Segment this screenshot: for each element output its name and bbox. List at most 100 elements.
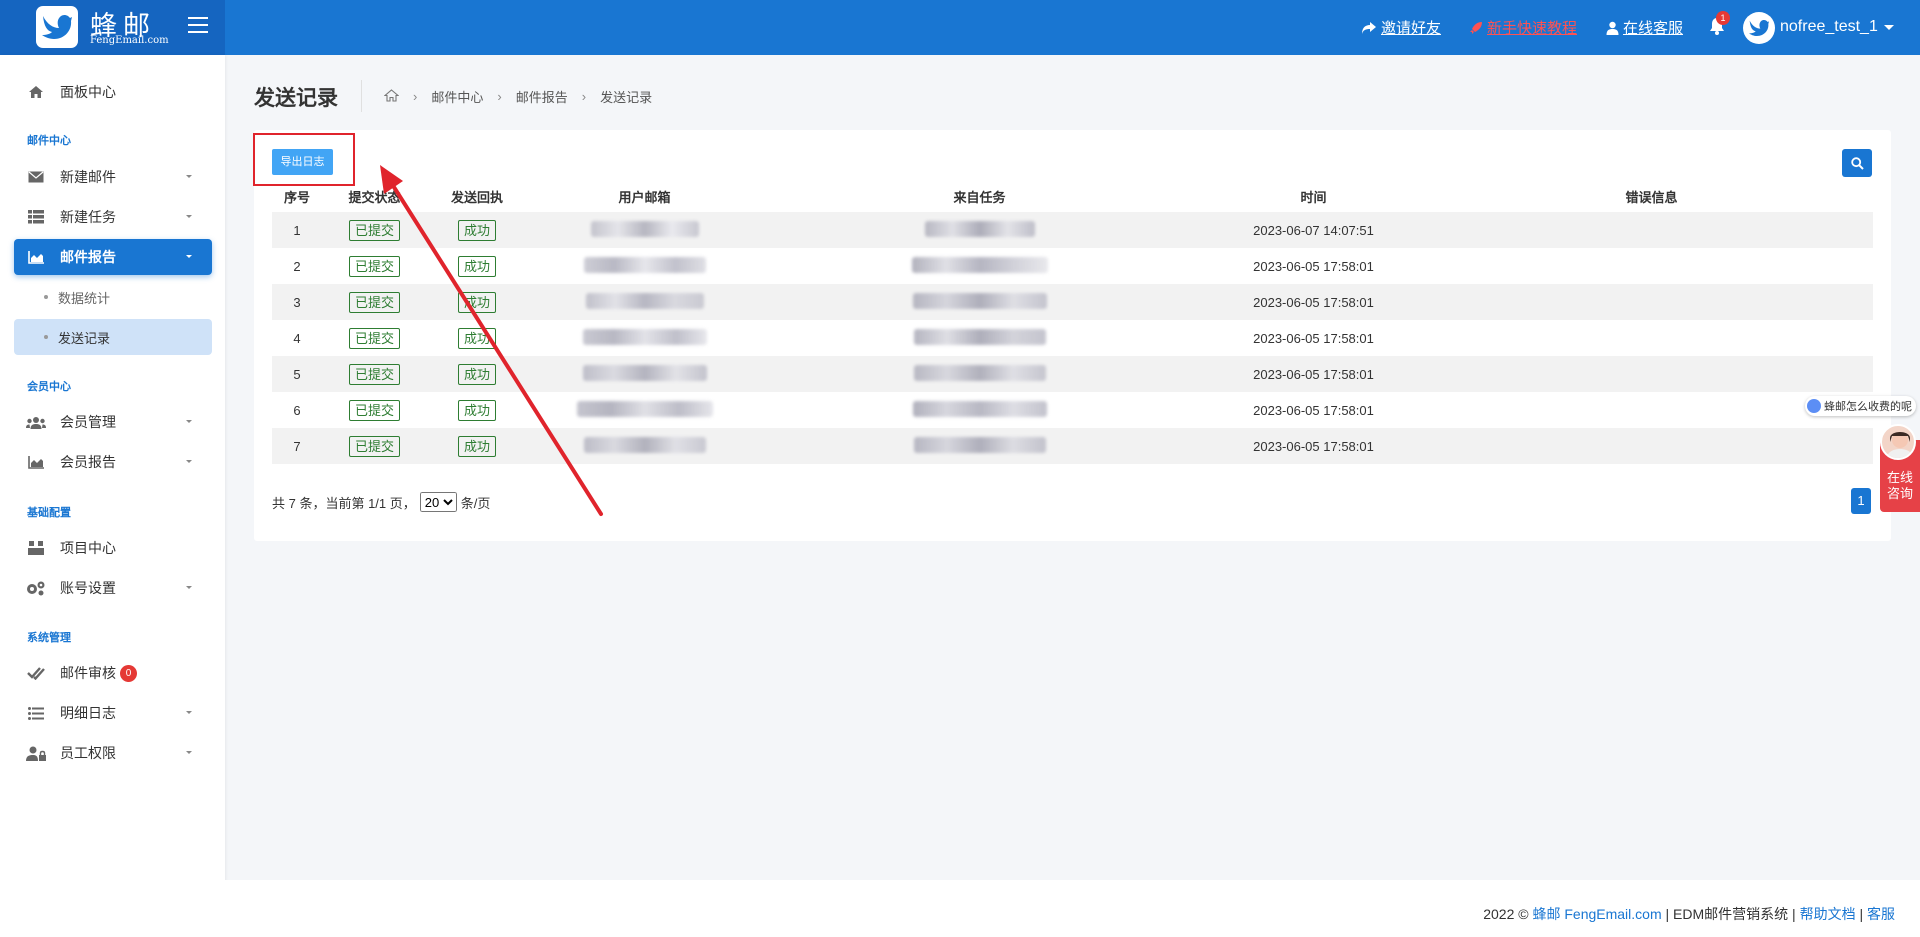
- bullet-icon: [44, 335, 48, 339]
- sidebar-item-member-report[interactable]: 会员报告: [14, 444, 212, 480]
- sidebar-item-new-task[interactable]: 新建任务: [14, 199, 212, 235]
- list-icon: [26, 210, 46, 224]
- table-row: 6 已提交 成功 2023-06-05 17:58:01: [272, 392, 1873, 428]
- cell-task: [762, 248, 1197, 284]
- cell-error: [1430, 356, 1873, 392]
- support-agent-avatar[interactable]: [1880, 424, 1916, 460]
- redacted-task: [913, 436, 1046, 453]
- cell-email: [527, 320, 762, 356]
- receipt-status-tag: 成功: [457, 255, 496, 277]
- chevron-down-icon: [186, 420, 192, 423]
- submit-status-tag: 已提交: [348, 219, 400, 241]
- boxes-icon: [26, 541, 46, 555]
- page-size-select[interactable]: 20: [419, 492, 457, 512]
- menu-toggle-icon[interactable]: [188, 17, 208, 35]
- sidebar-item-member-manage[interactable]: 会员管理: [14, 404, 212, 440]
- receipt-status-tag: 成功: [457, 363, 496, 385]
- sidebar-item-account-settings[interactable]: 账号设置: [14, 570, 212, 606]
- footer-copyright: 2022 ©: [1483, 906, 1529, 922]
- sidebar-item-label: 账号设置: [60, 580, 116, 596]
- column-header-receipt: 发送回执: [450, 189, 503, 205]
- users-icon: [26, 416, 46, 429]
- redacted-email: [585, 292, 704, 309]
- share-icon: [1362, 21, 1376, 34]
- sidebar-subitem-stats[interactable]: 数据统计: [14, 279, 212, 315]
- cell-receipt: 成功: [427, 284, 527, 320]
- search-button[interactable]: [1842, 149, 1872, 177]
- footer-separator: |: [1859, 906, 1864, 922]
- sidebar-item-mail-review[interactable]: 邮件审核 0: [14, 655, 212, 691]
- section-title-system: 系统管理: [27, 632, 71, 644]
- column-header-user-email: 用户邮箱: [618, 189, 671, 205]
- table-row: 4 已提交 成功 2023-06-05 17:58:01: [272, 320, 1873, 356]
- receipt-status-tag: 成功: [457, 219, 496, 241]
- avatar[interactable]: [1743, 12, 1775, 44]
- redacted-task: [911, 256, 1048, 273]
- breadcrumb-item-mail-center[interactable]: 邮件中心: [431, 87, 483, 106]
- cell-task: [762, 392, 1197, 428]
- cell-no: 2: [293, 258, 301, 274]
- sidebar-item-label: 新建邮件: [60, 169, 116, 185]
- page-button-current[interactable]: 1: [1851, 488, 1871, 514]
- cell-task: [762, 284, 1197, 320]
- cell-task: [762, 320, 1197, 356]
- cell-no: 6: [293, 402, 301, 418]
- faq-text: 蜂邮怎么收费的呢: [1824, 401, 1912, 413]
- chevron-down-icon[interactable]: [1884, 25, 1894, 30]
- cell-email: [527, 212, 762, 248]
- cell-email: [527, 284, 762, 320]
- notification-count-badge: 1: [1716, 11, 1730, 25]
- redacted-email: [582, 364, 707, 381]
- home-icon[interactable]: [383, 88, 400, 105]
- section-title-base: 基础配置: [27, 507, 71, 519]
- breadcrumb: › 邮件中心 › 邮件报告 › 发送记录: [383, 87, 652, 106]
- breadcrumb-item-mail-report[interactable]: 邮件报告: [516, 87, 568, 106]
- sidebar-item-label: 会员管理: [60, 414, 116, 430]
- cell-no: 4: [293, 330, 301, 346]
- receipt-status-tag: 成功: [457, 291, 496, 313]
- submit-status-tag: 已提交: [348, 291, 400, 313]
- cell-time: 2023-06-05 17:58:01: [1253, 258, 1374, 274]
- sidebar-item-detail-log[interactable]: 明细日志: [14, 695, 212, 731]
- table-row: 2 已提交 成功 2023-06-05 17:58:01: [272, 248, 1873, 284]
- sidebar-item-mail-report[interactable]: 邮件报告: [14, 239, 212, 275]
- sidebar-item-project-center[interactable]: 项目中心: [14, 530, 212, 566]
- invite-friends-link[interactable]: 邀请好友: [1361, 0, 1441, 55]
- column-header-no: 序号: [283, 189, 310, 205]
- cell-task: [762, 356, 1197, 392]
- table-row: 7 已提交 成功 2023-06-05 17:58:01: [272, 428, 1873, 464]
- column-header-error: 错误信息: [1625, 189, 1678, 205]
- cell-error: [1430, 428, 1873, 464]
- tutorial-link[interactable]: 新手快速教程: [1469, 0, 1577, 55]
- footer-service-link[interactable]: 客服: [1867, 906, 1895, 922]
- sidebar-item-label: 邮件审核: [60, 665, 116, 681]
- sidebar-item-staff-permission[interactable]: 员工权限: [14, 735, 212, 771]
- user-icon: [1606, 21, 1619, 35]
- online-support-link[interactable]: 在线客服: [1606, 0, 1683, 55]
- sidebar-item-dashboard[interactable]: 面板中心: [14, 74, 212, 110]
- sidebar-subitem-records[interactable]: 发送记录: [14, 319, 212, 355]
- cell-receipt: 成功: [427, 212, 527, 248]
- sidebar-item-label: 数据统计: [58, 290, 111, 306]
- redacted-email: [590, 220, 699, 237]
- redacted-task: [912, 292, 1047, 309]
- export-log-button[interactable]: 导出日志: [272, 149, 333, 175]
- column-header-submit-status: 提交状态: [348, 189, 401, 205]
- faq-bubble[interactable]: 蜂邮怎么收费的呢: [1805, 396, 1916, 416]
- cell-error: [1430, 284, 1873, 320]
- sidebar-item-new-mail[interactable]: 新建邮件: [14, 159, 212, 195]
- cell-error: [1430, 320, 1873, 356]
- chevron-down-icon: [186, 460, 192, 463]
- list-ul-icon: [26, 706, 46, 720]
- cell-no: 3: [272, 284, 322, 320]
- redacted-email: [583, 436, 706, 453]
- chevron-down-icon: [186, 175, 192, 178]
- cell-time: 2023-06-05 17:58:01: [1197, 284, 1430, 320]
- user-lock-icon: [26, 746, 46, 761]
- cell-no: 7: [272, 428, 322, 464]
- breadcrumb-separator: ›: [581, 89, 587, 104]
- username-dropdown[interactable]: nofree_test_1: [1780, 18, 1878, 36]
- cell-receipt: 成功: [427, 320, 527, 356]
- footer-help-link[interactable]: 帮助文档: [1800, 906, 1856, 922]
- footer-brand-link[interactable]: 蜂邮 FengEmail.com: [1532, 906, 1661, 922]
